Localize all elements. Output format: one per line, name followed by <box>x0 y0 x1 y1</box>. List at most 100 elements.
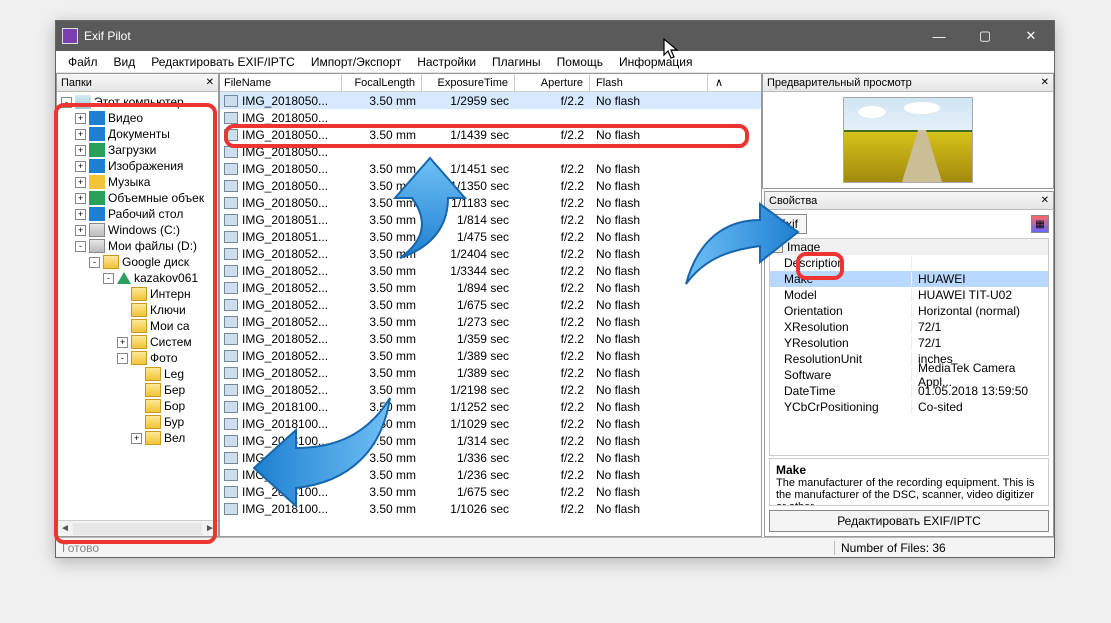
properties-list[interactable]: -ImageDescriptionMakeHUAWEIModelHUAWEI T… <box>769 238 1049 456</box>
file-row[interactable]: IMG_2018050...3.50 mm1/1183 secf/2.2No f… <box>220 194 761 211</box>
folders-close-icon[interactable]: ✕ <box>206 77 214 88</box>
menu-item[interactable]: Редактировать EXIF/IPTC <box>143 53 303 71</box>
prop-row[interactable]: MakeHUAWEI <box>770 271 1048 287</box>
file-row[interactable]: IMG_2018100...3.50 mm1/675 secf/2.2No fl… <box>220 483 761 500</box>
file-row[interactable]: IMG_2018052...3.50 mm1/389 secf/2.2No fl… <box>220 364 761 381</box>
tree-scrollbar[interactable]: ◄ ► <box>57 520 218 536</box>
tree-node[interactable]: Бор <box>57 398 218 414</box>
file-row[interactable]: IMG_2018052...3.50 mm1/894 secf/2.2No fl… <box>220 279 761 296</box>
file-row[interactable]: IMG_2018050...3.50 mm1/1439 secf/2.2No f… <box>220 126 761 143</box>
columns-button[interactable]: ▦ <box>1031 215 1049 233</box>
tree-node[interactable]: +Изображения <box>57 158 218 174</box>
edit-exif-button[interactable]: Редактировать EXIF/IPTC <box>769 510 1049 532</box>
scroll-track[interactable] <box>73 523 202 535</box>
tree-node[interactable]: -kazakov061 <box>57 270 218 286</box>
menu-item[interactable]: Файл <box>60 53 106 71</box>
tree-node[interactable]: Бур <box>57 414 218 430</box>
col-aperture[interactable]: Aperture <box>515 74 590 91</box>
file-row[interactable]: IMG_2018051...3.50 mm1/814 secf/2.2No fl… <box>220 211 761 228</box>
col-focallength[interactable]: FocalLength <box>342 74 422 91</box>
expand-icon[interactable]: + <box>75 161 86 172</box>
tree-node[interactable]: +Документы <box>57 126 218 142</box>
expand-icon[interactable]: + <box>75 177 86 188</box>
expand-icon[interactable]: + <box>75 193 86 204</box>
expand-icon[interactable]: - <box>103 273 114 284</box>
prop-row[interactable]: YResolution72/1 <box>770 335 1048 351</box>
file-row[interactable]: IMG_2018052...3.50 mm1/2404 secf/2.2No f… <box>220 245 761 262</box>
file-row[interactable]: IMG_2018050... <box>220 109 761 126</box>
file-row[interactable]: IMG_2018100...3.50 mm1/1026 secf/2.2No f… <box>220 500 761 517</box>
menu-item[interactable]: Помощь <box>549 53 611 71</box>
prop-row[interactable]: DateTime01.05.2018 13:59:50 <box>770 383 1048 399</box>
scroll-left-icon[interactable]: ◄ <box>57 523 73 534</box>
exif-tab[interactable]: Exif <box>769 214 807 234</box>
collapse-icon[interactable]: - <box>772 242 783 253</box>
tree-node[interactable]: Мои са <box>57 318 218 334</box>
prop-row[interactable]: ModelHUAWEI TIT-U02 <box>770 287 1048 303</box>
menu-item[interactable]: Плагины <box>484 53 549 71</box>
tree-node[interactable]: Leg <box>57 366 218 382</box>
file-row[interactable]: IMG_2018100...3.50 mm1/1029 secf/2.2No f… <box>220 415 761 432</box>
file-row[interactable]: IMG_2018052...3.50 mm1/3344 secf/2.2No f… <box>220 262 761 279</box>
tree-node[interactable]: -Фото <box>57 350 218 366</box>
tree-node[interactable]: +Объемные объек <box>57 190 218 206</box>
col-flash[interactable]: Flash <box>590 74 708 91</box>
file-row[interactable]: IMG_2018052...3.50 mm1/359 secf/2.2No fl… <box>220 330 761 347</box>
file-row[interactable]: IMG_2018100...3.50 mm1/1252 secf/2.2No f… <box>220 398 761 415</box>
file-row[interactable]: IMG_2018052...3.50 mm1/2198 secf/2.2No f… <box>220 381 761 398</box>
expand-icon[interactable]: + <box>75 145 86 156</box>
tree-node[interactable]: +Музыка <box>57 174 218 190</box>
expand-icon[interactable]: + <box>75 113 86 124</box>
file-row[interactable]: IMG_2018050...3.50 mm1/1451 secf/2.2No f… <box>220 160 761 177</box>
tree-node[interactable]: +Windows (C:) <box>57 222 218 238</box>
tree-node[interactable]: +Систем <box>57 334 218 350</box>
file-row[interactable]: IMG_2018052...3.50 mm1/273 secf/2.2No fl… <box>220 313 761 330</box>
tree-node[interactable]: +Рабочий стол <box>57 206 218 222</box>
file-row[interactable]: IMG_2018100...3.50 mm1/336 secf/2.2No fl… <box>220 449 761 466</box>
prop-row[interactable]: SoftwareMediaTek Camera Appl... <box>770 367 1048 383</box>
file-row[interactable]: IMG_2018050...3.50 mm1/1350 secf/2.2No f… <box>220 177 761 194</box>
expand-icon[interactable]: + <box>75 225 86 236</box>
file-row[interactable]: IMG_2018052...3.50 mm1/675 secf/2.2No fl… <box>220 296 761 313</box>
tree-node[interactable]: Бер <box>57 382 218 398</box>
menu-item[interactable]: Информация <box>611 53 700 71</box>
col-exposuretime[interactable]: ExposureTime <box>422 74 515 91</box>
tree-node[interactable]: Интерн <box>57 286 218 302</box>
tree-node[interactable]: +Вел <box>57 430 218 446</box>
prop-group[interactable]: -Image <box>770 239 1048 255</box>
file-row[interactable]: IMG_2018052...3.50 mm1/389 secf/2.2No fl… <box>220 347 761 364</box>
file-row[interactable]: IMG_2018050... <box>220 143 761 160</box>
tree-node[interactable]: +Загрузки <box>57 142 218 158</box>
expand-icon[interactable]: - <box>89 257 100 268</box>
file-row[interactable]: IMG_2018050...3.50 mm1/2959 secf/2.2No f… <box>220 92 761 109</box>
minimize-button[interactable]: — <box>916 21 962 51</box>
col-filename[interactable]: FileName <box>220 74 342 91</box>
prop-row[interactable]: OrientationHorizontal (normal) <box>770 303 1048 319</box>
tree-node[interactable]: -Google диск <box>57 254 218 270</box>
file-row[interactable]: IMG_2018100...3.50 mm1/314 secf/2.2No fl… <box>220 432 761 449</box>
menu-item[interactable]: Настройки <box>409 53 484 71</box>
properties-close-icon[interactable]: ✕ <box>1041 195 1049 206</box>
file-row[interactable]: IMG_2018100...3.50 mm1/236 secf/2.2No fl… <box>220 466 761 483</box>
tree-node[interactable]: -Этот компьютер <box>57 94 218 110</box>
expand-icon[interactable]: + <box>131 433 142 444</box>
prop-row[interactable]: YCbCrPositioningCo-sited <box>770 399 1048 415</box>
close-button[interactable]: ✕ <box>1008 21 1054 51</box>
prop-row[interactable]: Description <box>770 255 1048 271</box>
menu-item[interactable]: Импорт/Экспорт <box>303 53 409 71</box>
folder-tree[interactable]: -Этот компьютер+Видео+Документы+Загрузки… <box>57 92 218 520</box>
file-row[interactable]: IMG_2018051...3.50 mm1/475 secf/2.2No fl… <box>220 228 761 245</box>
maximize-button[interactable]: ▢ <box>962 21 1008 51</box>
expand-icon[interactable]: + <box>117 337 128 348</box>
expand-icon[interactable]: - <box>75 241 86 252</box>
expand-icon[interactable]: - <box>117 353 128 364</box>
preview-close-icon[interactable]: ✕ <box>1041 77 1049 88</box>
tree-node[interactable]: Ключи <box>57 302 218 318</box>
menu-item[interactable]: Вид <box>106 53 144 71</box>
tree-node[interactable]: +Видео <box>57 110 218 126</box>
expand-icon[interactable]: - <box>61 97 72 108</box>
scroll-right-icon[interactable]: ► <box>202 523 218 534</box>
expand-icon[interactable]: + <box>75 209 86 220</box>
expand-icon[interactable]: + <box>75 129 86 140</box>
tree-node[interactable]: -Мои файлы (D:) <box>57 238 218 254</box>
